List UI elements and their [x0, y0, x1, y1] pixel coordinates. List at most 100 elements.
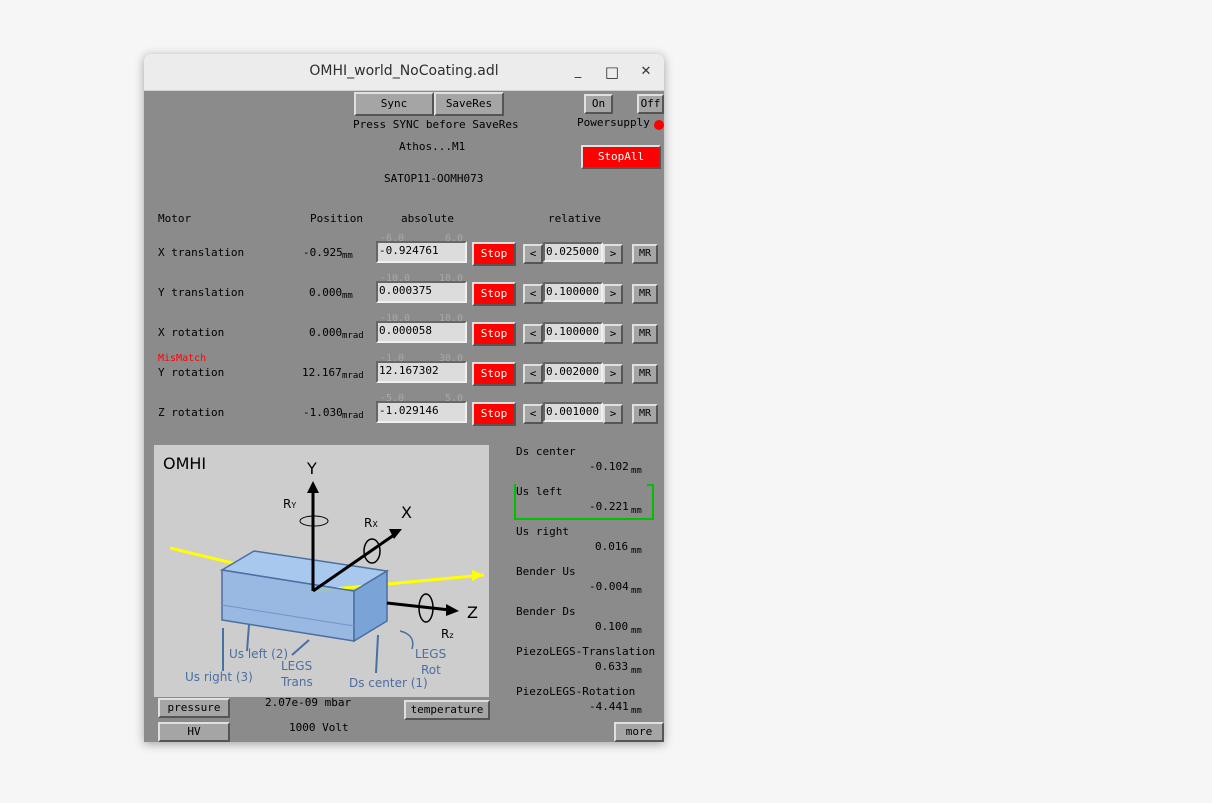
readback-value: 0.100 [595, 620, 629, 633]
motor-position: -0.925 [303, 246, 343, 259]
close-icon[interactable]: ✕ [636, 62, 656, 82]
mr-button[interactable]: MR [632, 284, 658, 304]
readback-value: 0.633 [595, 660, 629, 673]
header-motor: Motor [158, 212, 192, 225]
motor-name: X translation [158, 246, 245, 259]
readback-unit: mm [631, 506, 642, 516]
motor-unit: mrad [342, 331, 364, 341]
readback-value: -4.441 [589, 700, 629, 713]
motor-unit: mm [342, 291, 353, 301]
absolute-setpoint-input[interactable]: 0.000058 [376, 321, 467, 343]
absolute-setpoint-input[interactable]: 12.167302 [376, 361, 467, 383]
stop-button[interactable]: Stop [472, 362, 516, 386]
minimize-icon[interactable]: _ [568, 62, 588, 82]
step-left-button[interactable]: < [523, 404, 543, 424]
mr-button[interactable]: MR [632, 364, 658, 384]
relative-step-input[interactable]: 0.002000 [543, 362, 603, 382]
figure-title: OMHI [163, 454, 207, 473]
readback-label: Us right [516, 525, 569, 538]
header-position: Position [310, 212, 363, 225]
stop-button[interactable]: Stop [472, 242, 516, 266]
absolute-setpoint-input[interactable]: -0.924761 [376, 241, 467, 263]
stop-button[interactable]: Stop [472, 322, 516, 346]
omhi-window: OMHI_world_NoCoating.adl _ □ ✕ Sync Save… [144, 54, 664, 742]
motor-unit: mrad [342, 411, 364, 421]
step-left-button[interactable]: < [523, 364, 543, 384]
power-on-button[interactable]: On [584, 94, 613, 114]
mismatch-flag: MisMatch [158, 353, 207, 364]
readback-unit: mm [631, 586, 642, 596]
more-button[interactable]: more [614, 722, 664, 742]
motor-position: -1.030 [303, 406, 343, 419]
stopall-button[interactable]: StopAll [581, 145, 661, 169]
relative-step-input[interactable]: 0.100000 [543, 282, 603, 302]
relative-step-input[interactable]: 0.025000 [543, 242, 603, 262]
device-id: SATOP11-OOMH073 [384, 172, 484, 185]
legs-trans-label-1: LEGS [281, 659, 313, 673]
step-left-button[interactable]: < [523, 324, 543, 344]
mr-button[interactable]: MR [632, 404, 658, 424]
z-axis-arrowhead [446, 604, 459, 616]
legs-rot-arc [399, 630, 414, 650]
motor-name: Y translation [158, 286, 245, 299]
y-axis-arrowhead [307, 481, 319, 493]
mr-button[interactable]: MR [632, 244, 658, 264]
motor-name: Z rotation [158, 406, 225, 419]
ds-center-pointer [375, 634, 379, 674]
legs-trans-pointer [291, 639, 310, 656]
stop-button[interactable]: Stop [472, 402, 516, 426]
us-left-label: Us left (2) [229, 647, 289, 661]
readback-label: Us left [516, 485, 563, 498]
step-right-button[interactable]: > [603, 364, 623, 384]
step-right-button[interactable]: > [603, 284, 623, 304]
maximize-icon[interactable]: □ [602, 62, 622, 82]
ry-label: RY [283, 497, 296, 511]
readback-value: -0.221 [589, 500, 629, 513]
readback-value: -0.102 [589, 460, 629, 473]
relative-step-input[interactable]: 0.001000 [543, 402, 603, 422]
power-off-button[interactable]: Off [637, 94, 664, 114]
step-right-button[interactable]: > [603, 324, 623, 344]
absolute-setpoint-input[interactable]: -1.029146 [376, 401, 467, 423]
selection-highlight-corner [647, 484, 654, 520]
legs-rot-label-1: LEGS [415, 647, 447, 661]
legs-trans-label-2: Trans [281, 675, 313, 689]
step-left-button[interactable]: < [523, 284, 543, 304]
saveres-button[interactable]: SaveRes [434, 92, 504, 116]
sync-button[interactable]: Sync [354, 92, 434, 116]
readback-value: -0.004 [589, 580, 629, 593]
rz-label: Rz [441, 627, 454, 641]
panel-content: Sync SaveRes Press SYNC before SaveRes O… [144, 90, 664, 742]
us-right-label: Us right (3) [185, 670, 253, 684]
motor-unit: mrad [342, 371, 364, 381]
temperature-button[interactable]: temperature [404, 700, 490, 720]
readback-label: Bender Us [516, 565, 576, 578]
step-right-button[interactable]: > [603, 404, 623, 424]
hv-button[interactable]: HV [158, 722, 230, 742]
readback-unit: mm [631, 706, 642, 716]
sync-hint: Press SYNC before SaveRes [353, 118, 519, 131]
rx-label: RX [364, 516, 378, 530]
motor-position: 12.167 [302, 366, 342, 379]
hv-value: 1000 Volt [289, 721, 349, 734]
step-left-button[interactable]: < [523, 244, 543, 264]
mr-button[interactable]: MR [632, 324, 658, 344]
absolute-setpoint-input[interactable]: 0.000375 [376, 281, 467, 303]
ds-center-label: Ds center (1) [349, 676, 428, 690]
powersupply-label: Powersupply [577, 116, 650, 129]
device-name: Athos...M1 [399, 140, 466, 153]
powersupply-status-led [654, 120, 664, 130]
pressure-value: 2.07e-09 mbar [265, 696, 352, 709]
stop-button[interactable]: Stop [472, 282, 516, 306]
step-right-button[interactable]: > [603, 244, 623, 264]
window-titlebar[interactable]: OMHI_world_NoCoating.adl _ □ ✕ [144, 54, 664, 91]
mirror-schematic: OMHI Y X Z RY RX Rz Us left (2) Us right… [154, 445, 489, 697]
relative-step-input[interactable]: 0.100000 [543, 322, 603, 342]
y-axis-label: Y [307, 459, 317, 478]
motor-position: 0.000 [309, 286, 343, 299]
motor-position: 0.000 [309, 326, 343, 339]
readback-label: PiezoLEGS-Translation [516, 645, 656, 658]
pressure-button[interactable]: pressure [158, 698, 230, 718]
readback-value: 0.016 [595, 540, 629, 553]
rx-subscript: X [372, 520, 378, 529]
